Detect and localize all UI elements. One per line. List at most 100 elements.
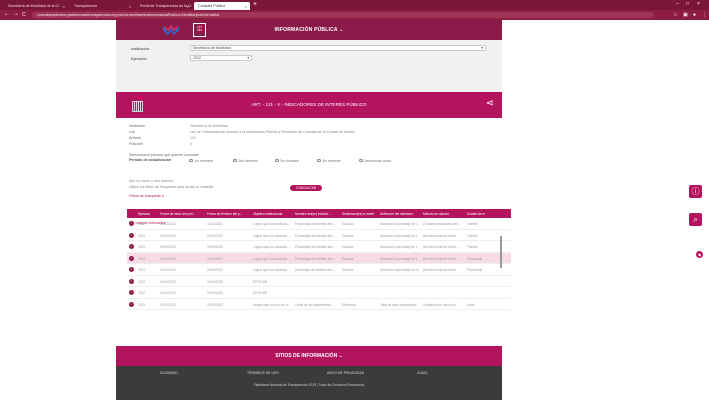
site-header: ⍗ INFORMACIÓN PÚBLICA ⌄ xyxy=(116,20,502,40)
ejercicio-label: Ejercicio: xyxy=(131,56,148,61)
table-row[interactable]: i 2022 01/01/2022 31/03/2022 Lograr que los … xyxy=(127,241,511,253)
table-cell: 31/03/2022 xyxy=(207,268,223,272)
table-cell: Trámite xyxy=(467,222,478,226)
tab-close-icon[interactable]: × xyxy=(245,4,247,9)
browser-tab-4-active[interactable]: Consulta Pública × xyxy=(194,2,250,10)
row-detail-icon[interactable]: i xyxy=(129,267,134,272)
side-dot-icon[interactable]: ◆ xyxy=(696,251,703,258)
column-header[interactable]: Ejercicio xyxy=(138,212,156,216)
column-header[interactable]: Fecha de término del p... xyxy=(207,212,247,216)
table-cell: 01/01/2022 xyxy=(160,233,176,238)
table-cell: 01/01/2022 xyxy=(160,279,176,284)
period-selector: Selecciona el periodo que quieres consul… xyxy=(116,148,502,178)
extension-icon[interactable]: ▣ xyxy=(683,12,688,18)
radio-2do-trimestre[interactable]: 2do trimestre xyxy=(233,159,258,163)
row-detail-icon[interactable]: i xyxy=(129,232,134,238)
table-header: Ejercicio Fecha de inicio del peri... Fe… xyxy=(127,209,511,218)
meta-key: Fracción xyxy=(129,142,143,146)
table-cell: Porcentaje xyxy=(467,256,483,261)
search-side-button[interactable]: ⌕ xyxy=(689,213,702,226)
row-detail-icon[interactable]: i xyxy=(129,255,134,261)
tab-close-icon[interactable]: × xyxy=(63,4,65,9)
column-header[interactable]: Unidad de m xyxy=(467,212,502,216)
menu-icon[interactable]: ⋮ xyxy=(702,12,707,18)
meta-value: 121 xyxy=(190,136,196,140)
table-cell: Muestra el porcentaje de t... xyxy=(380,245,420,249)
table-cell: Porcentaje xyxy=(467,268,483,272)
star-icon[interactable]: ☆ xyxy=(673,12,677,18)
table-cell: (Número total de trámit... xyxy=(423,245,459,249)
browser-tab-strip: Secretaría de Movilidad de la Ci × Transp… xyxy=(0,0,709,10)
radio-3er-trimestre[interactable]: 3er trimestre xyxy=(275,159,299,163)
share-icon[interactable]: ⋖ xyxy=(486,98,494,109)
address-bar[interactable]: consultapublicamx.plataformadetransparen… xyxy=(32,12,654,18)
period-label: Periodo de actualización xyxy=(129,158,172,162)
table-cell: 01/01/2022 xyxy=(160,268,176,272)
radio-1er-trimestre[interactable]: 1er trimestre xyxy=(189,159,213,163)
back-icon[interactable]: ← xyxy=(4,11,10,17)
table-cell: 31/03/2022 xyxy=(207,245,223,249)
minimize-icon[interactable]: – xyxy=(676,1,679,7)
tab-close-icon[interactable]: × xyxy=(187,4,189,9)
table-cell: Eficacia xyxy=(342,256,354,261)
radio-seleccionar-todos[interactable]: Seleccionar todos xyxy=(359,159,391,163)
table-row[interactable]: i 2022 01/01/2022 31/03/2022 Lograr que los … xyxy=(127,264,511,276)
results-table: Ejercicio Fecha de inicio del peri... Fe… xyxy=(127,209,511,310)
consultar-button[interactable]: CONSULTAR xyxy=(290,185,322,191)
anio-note: Año en curso y año anterior. xyxy=(129,179,174,183)
column-header[interactable]: Fecha de inicio del peri... xyxy=(160,212,202,216)
close-window-icon[interactable]: × xyxy=(697,1,700,7)
table-row[interactable]: i 2022 01/01/2022 31/03/2022 Asegurarse del … xyxy=(127,299,511,310)
table-row[interactable]: i 2022 01/01/2022 31/03/2022 Lograr que los … xyxy=(127,230,511,241)
table-row[interactable]: i 2022 01/01/2022 31/03/2022 Lograr que los … xyxy=(127,218,511,230)
filters-panel: Institución: Secretaría de Movilidad ▾ Ej… xyxy=(116,40,502,92)
column-header[interactable]: Nombre del(os) indicad... xyxy=(295,212,335,216)
table-cell: Coste de los tratamientos... xyxy=(295,302,334,307)
filtros-busqueda-link[interactable]: Filtros de búsqueda ∨ xyxy=(116,192,502,200)
table-cell: Eficacia xyxy=(342,222,354,226)
tab-close-icon[interactable]: × xyxy=(129,4,131,9)
row-detail-icon[interactable]: i xyxy=(129,301,134,307)
ejercicio-select[interactable]: 2022 ▾ xyxy=(190,55,252,61)
profile-icon[interactable]: ● xyxy=(693,12,696,18)
forward-icon[interactable]: → xyxy=(13,11,19,17)
row-detail-icon[interactable]: i xyxy=(129,290,134,295)
filters-note: Utiliza los filtros de búsqueda para aco… xyxy=(116,185,502,192)
browser-tab-2[interactable]: Transparencia × xyxy=(70,2,134,10)
table-cell: 2022 xyxy=(138,256,146,261)
column-header[interactable]: Objetivo institucional xyxy=(253,212,293,216)
column-header[interactable]: Definición del indicador xyxy=(380,212,420,216)
table-cell: Eficacia xyxy=(342,268,354,272)
row-detail-icon[interactable]: i xyxy=(129,221,134,226)
articulo-banner: ▥ ART. - 121 - V - INDICADORES DE INTERÉ… xyxy=(116,92,502,118)
browser-tab-1[interactable]: Secretaría de Movilidad de la Ci × xyxy=(4,2,68,10)
table-cell: Sumatoria de usos den... xyxy=(423,302,459,307)
informacion-publica-menu[interactable]: INFORMACIÓN PÚBLICA ⌄ xyxy=(116,27,502,33)
row-detail-icon[interactable]: i xyxy=(129,244,134,249)
reload-icon[interactable]: C xyxy=(22,12,26,18)
table-cell: Trámite xyxy=(467,233,478,238)
institucion-select[interactable]: Secretaría de Movilidad ▾ xyxy=(190,45,486,51)
meta-info: Institución Secretaría de Movilidad Ley Le… xyxy=(116,118,502,148)
table-cell: Muestra el porcentaje de J... xyxy=(380,222,420,226)
table-row[interactable]: i 2022 01/01/2022 31/03/2022 Lograr que los … xyxy=(127,252,511,264)
new-tab-button[interactable]: + xyxy=(253,1,257,8)
table-cell: 2022 xyxy=(138,222,146,226)
table-cell: Muestra el porcentaje de t... xyxy=(380,233,420,238)
table-cell: porcentaje de trámites efic... xyxy=(295,268,335,272)
browser-tab-3[interactable]: Portal de Transparencia de la Ci × xyxy=(136,2,192,10)
table-cell: 31/03/2022 xyxy=(207,302,223,307)
table-scrollbar[interactable] xyxy=(500,236,502,268)
table-row[interactable]: i 2022 01/01/2022 31/03/2022 ESTA BIR xyxy=(127,276,511,287)
table-cell: Porcentaje de trámites efic... xyxy=(295,245,335,249)
table-cell: Lograr que los conducto... xyxy=(253,222,290,226)
maximize-icon[interactable]: □ xyxy=(686,1,689,7)
column-header[interactable]: Dimension(es) a medir xyxy=(342,212,378,216)
radio-4to-trimestre[interactable]: 4to trimestre xyxy=(317,159,341,163)
column-header[interactable]: Método de cálculo xyxy=(423,212,461,216)
row-detail-icon[interactable]: i xyxy=(129,278,134,284)
info-side-button[interactable]: ⓘ xyxy=(689,185,702,198)
meta-value: Ley de Transparencia, Acceso a la Inform… xyxy=(190,130,356,134)
table-row[interactable]: i 2022 01/01/2022 31/03/2022 ESTA BIR xyxy=(127,287,511,299)
table-cell: Eficacia xyxy=(342,245,354,249)
